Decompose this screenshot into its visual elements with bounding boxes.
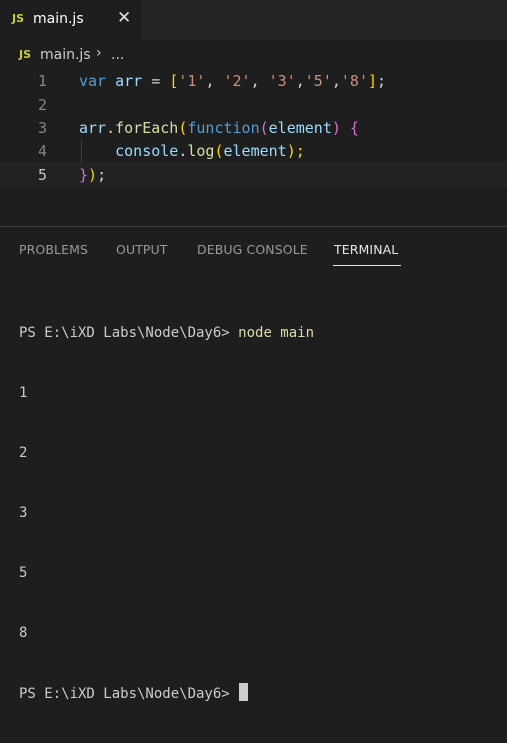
terminal-output-line: 1 <box>19 385 28 401</box>
breadcrumb: JS main.js › ... <box>0 40 507 70</box>
code-editor[interactable]: 1 var arr = ['1', '2', '3','5','8']; 2 3… <box>0 70 507 195</box>
tab-problems[interactable]: PROBLEMS <box>19 242 88 257</box>
tab-output[interactable]: OUTPUT <box>116 242 168 257</box>
terminal-cursor <box>239 683 249 701</box>
code-token: ) <box>331 119 350 137</box>
code-token: ); <box>286 142 305 160</box>
code-line[interactable]: 3 arr.forEach(function(element) { <box>0 117 507 140</box>
code-token: '1' <box>178 72 206 90</box>
chevron-right-icon: › <box>96 45 102 61</box>
code-token: , <box>250 72 269 90</box>
code-token: ; <box>97 166 107 184</box>
terminal-line: PS E:\iXD Labs\Node\Day6> node main <box>19 323 314 343</box>
editor-tab-bar: JS main.js ✕ <box>0 0 507 40</box>
javascript-file-icon: JS <box>12 12 25 25</box>
terminal-prompt: PS E:\iXD Labs\Node\Day6> <box>19 325 239 341</box>
code-token: '8' <box>340 72 368 90</box>
code-token: '5' <box>304 72 332 90</box>
code-token: var <box>79 72 107 90</box>
tab-filename: main.js <box>33 11 84 27</box>
close-icon[interactable]: ✕ <box>117 8 131 28</box>
javascript-file-icon: JS <box>19 48 32 61</box>
tab-debug-console[interactable]: DEBUG CONSOLE <box>197 242 308 257</box>
code-token: = <box>142 72 170 90</box>
code-token: '2' <box>223 72 251 90</box>
tab-terminal[interactable]: TERMINAL <box>334 242 398 257</box>
line-number: 3 <box>37 119 47 137</box>
active-tab-indicator <box>333 265 401 266</box>
code-token: '3' <box>268 72 296 90</box>
code-token: ( <box>259 119 269 137</box>
terminal-command: node main <box>238 325 315 341</box>
code-token: . <box>106 119 116 137</box>
code-token: function <box>187 119 260 137</box>
code-token: , <box>205 72 224 90</box>
code-token: [ <box>169 72 179 90</box>
code-token: ) <box>88 166 98 184</box>
breadcrumb-more[interactable]: ... <box>111 47 124 63</box>
code-token: forEach <box>115 119 179 137</box>
code-line[interactable]: 2 <box>0 94 507 117</box>
terminal-output-line: 2 <box>19 445 28 461</box>
code-token: , <box>331 72 341 90</box>
terminal-output-line: 8 <box>19 625 28 641</box>
code-line[interactable]: 4 console.log(element); <box>0 140 507 163</box>
code-token: console <box>115 142 179 160</box>
line-number: 4 <box>37 142 47 160</box>
terminal-output-line: 5 <box>19 565 28 581</box>
bottom-panel: PROBLEMS OUTPUT DEBUG CONSOLE TERMINAL P… <box>0 226 507 702</box>
tab-main-js[interactable]: JS main.js ✕ <box>0 0 142 40</box>
code-token: element <box>223 142 287 160</box>
terminal-output-line: 3 <box>19 505 28 521</box>
breadcrumb-file[interactable]: main.js <box>40 47 91 63</box>
terminal-prompt: PS E:\iXD Labs\Node\Day6> <box>19 686 239 702</box>
line-number: 5 <box>37 166 47 184</box>
code-token: { <box>349 119 359 137</box>
code-token: element <box>268 119 332 137</box>
code-token: arr <box>115 72 143 90</box>
line-number: 1 <box>37 72 47 90</box>
code-token: log <box>187 142 215 160</box>
code-token: } <box>79 166 89 184</box>
code-token: ( <box>214 142 224 160</box>
terminal-line: PS E:\iXD Labs\Node\Day6> <box>19 683 314 703</box>
indent-guide <box>81 140 82 163</box>
line-number: 2 <box>37 96 47 114</box>
terminal[interactable]: PS E:\iXD Labs\Node\Day6> node main 1 2 … <box>19 283 314 743</box>
code-token: ; <box>377 72 387 90</box>
code-token: , <box>295 72 305 90</box>
code-token: arr <box>79 119 107 137</box>
code-line[interactable]: 1 var arr = ['1', '2', '3','5','8']; <box>0 70 507 93</box>
code-line-active[interactable]: 5 }); <box>0 163 507 186</box>
code-token: ] <box>368 72 378 90</box>
